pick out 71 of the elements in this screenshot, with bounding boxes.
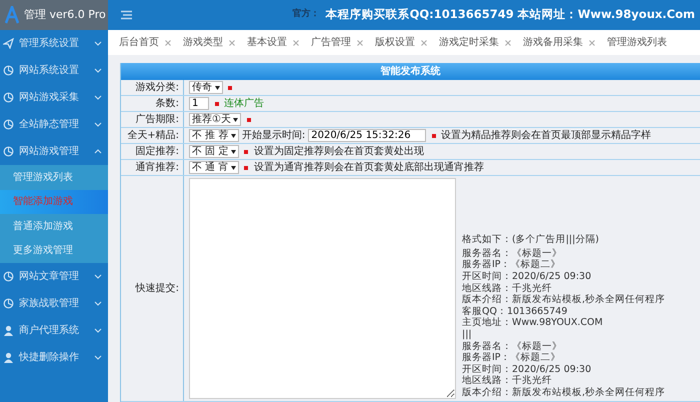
- sidebar-item[interactable]: 全站静态管理: [0, 111, 108, 138]
- field-label: 开始显示时间:: [242, 128, 306, 143]
- help-line: 版本介绍：新版发布站模板,秒杀全网任何程序: [462, 294, 666, 306]
- help-line: |||: [462, 328, 472, 341]
- help-line: 服务器IP：《标题二》: [462, 352, 562, 364]
- tab[interactable]: 基本设置: [241, 35, 305, 50]
- select-field[interactable]: 推荐①天: [189, 113, 242, 126]
- field-label: 条数:: [156, 97, 179, 111]
- help-line: 服务器名：《标题一》: [462, 248, 563, 259]
- dial-icon: [3, 146, 14, 157]
- user-icon: [3, 325, 14, 336]
- field-label: 游戏分类:: [136, 80, 179, 95]
- sidebar-item[interactable]: 网站系统设置: [0, 57, 108, 84]
- help-line: 版本介绍：新版发布站模板,秒杀全网任何程序: [462, 386, 666, 398]
- help-line: 服务器名：《标题一》: [462, 340, 563, 352]
- caret-icon: [230, 150, 236, 154]
- select-field[interactable]: 不 通 宵: [189, 161, 239, 174]
- help-line: 地区线路：千兆光纤: [462, 375, 553, 387]
- header-notice: 本程序购买联系QQ:1013665749 本站网址：Www.98youx.Com: [326, 6, 695, 24]
- help-line: 开区时间：2020/6/25 09:30: [462, 364, 592, 375]
- field-label: 快速提交:: [136, 282, 179, 296]
- note-text: 连体广告: [224, 96, 264, 111]
- dial-icon: [3, 119, 14, 130]
- logo-icon: [5, 6, 19, 24]
- tab[interactable]: 版权设置: [369, 35, 433, 50]
- sidebar-item[interactable]: 快捷删除操作: [0, 344, 108, 371]
- user-icon: [3, 352, 14, 363]
- caret-icon: [230, 134, 236, 138]
- dial-icon: [3, 92, 14, 103]
- sidebar-item[interactable]: 管理系统设置: [0, 30, 108, 57]
- field-label: 广告期限:: [136, 112, 179, 127]
- hint-text: 设置为固定推荐则会在首页套黄处出现: [254, 144, 424, 159]
- select-field[interactable]: 传奇: [189, 81, 222, 94]
- tab[interactable]: 后台首页: [113, 35, 177, 50]
- tab[interactable]: 游戏定时采集: [433, 35, 517, 50]
- help-text: 格式如下：(多个广告用|||分隔): [462, 234, 600, 246]
- field-label: 固定推荐:: [136, 144, 179, 159]
- hint-text: 设置为精品推荐则会在首页最顶部显示精品字样: [441, 128, 652, 143]
- field-label: 全天+精品:: [127, 128, 179, 143]
- caret-icon: [214, 86, 220, 90]
- caret-icon: [230, 166, 236, 170]
- text-area[interactable]: [189, 178, 456, 399]
- header-label: 官方：: [292, 8, 320, 22]
- dial-icon: [3, 298, 14, 309]
- input-field[interactable]: 2020/6/25 15:32:26: [308, 129, 426, 142]
- help-line: 客服QQ：1013665749: [462, 306, 568, 317]
- dial-icon: [3, 65, 14, 76]
- tab[interactable]: 管理游戏列表: [601, 35, 673, 50]
- input-field[interactable]: 1: [189, 97, 209, 110]
- sidebar-item[interactable]: 商户代理系统: [0, 317, 108, 344]
- help-line: 开区时间：2020/6/25 09:30: [462, 270, 592, 283]
- sidebar-item[interactable]: 家族战歌管理: [0, 290, 108, 317]
- field-label: 通宵推荐:: [136, 160, 179, 175]
- help-line: 主页地址：Www.98YOUX.COM: [462, 317, 604, 329]
- paper-plane-icon: [3, 38, 14, 49]
- dial-icon: [3, 271, 14, 282]
- select-field[interactable]: 不 推 荐: [189, 129, 239, 142]
- help-line: 地区线路：千兆光纤: [462, 282, 553, 294]
- sidebar-item[interactable]: 网站文章管理: [0, 263, 108, 290]
- menu-icon: [120, 10, 133, 20]
- tab[interactable]: 广告管理: [305, 35, 369, 50]
- select-field[interactable]: 不 固 定: [189, 145, 239, 158]
- tab[interactable]: 游戏备用采集: [517, 35, 601, 50]
- form-title: 智能发布系统: [121, 63, 700, 80]
- sidebar-item[interactable]: 网站游戏管理: [0, 138, 108, 165]
- caret-icon: [233, 118, 238, 122]
- tab[interactable]: 游戏类型: [177, 35, 241, 50]
- hint-text: 设置为通宵推荐则会在首页套黄处底部出现通宵推荐: [254, 160, 484, 175]
- help-line: 服务器IP：《标题二》: [462, 259, 562, 271]
- sidebar-item[interactable]: 网站游戏采集: [0, 84, 108, 111]
- brand-title: 管理 ver6.0 Pro: [24, 6, 106, 23]
